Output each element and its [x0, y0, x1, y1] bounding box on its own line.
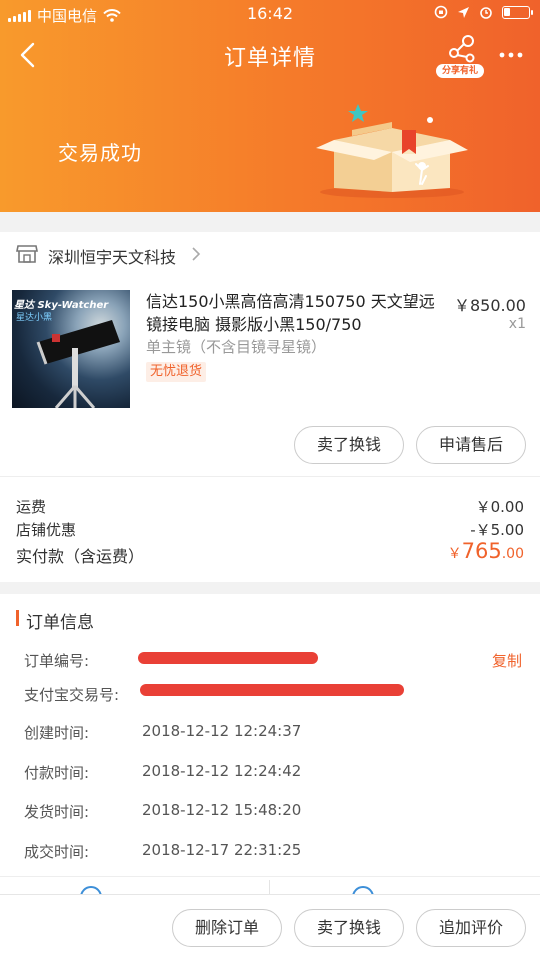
nav-bar: 订单详情 分享有礼: [0, 30, 540, 80]
product-title[interactable]: 信达150小黑高倍高清150750 天文望远镜接电脑 摄影版小黑150/750: [146, 290, 446, 336]
shipping-value: ￥0.00: [475, 498, 524, 516]
store-icon: [16, 245, 38, 263]
share-icon: [449, 35, 475, 63]
rotation-lock-icon: [434, 5, 448, 19]
alarm-icon: [480, 7, 492, 19]
shipping-label: 运费: [16, 498, 47, 516]
battery-icon: [502, 5, 533, 19]
chat-icon[interactable]: [78, 884, 104, 894]
shop-row[interactable]: 深圳恒宇天文科技: [0, 232, 540, 276]
after-sale-button[interactable]: 申请售后: [416, 426, 526, 464]
product-thumbnail[interactable]: 星达 Sky-Watcher 星达小黑: [12, 290, 130, 408]
paid-time-label: 付款时间:: [24, 764, 90, 782]
telescope-image: [36, 320, 120, 408]
closed-time-label: 成交时间:: [24, 843, 90, 861]
total-integer: 765: [461, 539, 502, 563]
copy-button[interactable]: 复制: [492, 650, 522, 671]
fee-summary: 运费 ￥0.00 店铺优惠 -￥5.00 实付款（含运费） ￥765.00: [0, 476, 540, 582]
bottom-action-bar: 删除订单 卖了换钱 追加评价: [0, 894, 540, 960]
total-decimal: .00: [501, 546, 524, 562]
resell-button[interactable]: 卖了换钱: [294, 426, 404, 464]
discount-label: 店铺优惠: [16, 521, 77, 539]
product-quantity: x1: [508, 316, 526, 332]
closed-time-value: 2018-12-17 22:31:25: [142, 841, 302, 859]
product-sku: 单主镜（不含目镜寻星镜）: [146, 338, 327, 356]
total-currency: ￥: [447, 546, 462, 562]
product-price: ￥850.00: [454, 296, 526, 315]
created-time-value: 2018-12-12 12:24:37: [142, 722, 302, 740]
section-accent-bar: [16, 610, 19, 626]
total-label: 实付款（含运费）: [16, 547, 145, 566]
return-guarantee-badge: 无忧退货: [146, 362, 207, 382]
more-icon[interactable]: [496, 40, 526, 70]
shipped-time-value: 2018-12-12 15:48:20: [142, 801, 302, 819]
gift-box-illustration: [316, 104, 468, 198]
trade-status: 交易成功: [58, 141, 142, 165]
delete-order-button[interactable]: 删除订单: [172, 909, 282, 947]
created-time-label: 创建时间:: [24, 724, 90, 742]
share-button[interactable]: 分享有礼: [436, 34, 486, 78]
discount-value: -￥5.00: [470, 521, 524, 539]
phone-icon[interactable]: [350, 884, 376, 894]
shipped-time-label: 发货时间:: [24, 803, 90, 821]
order-number-label: 订单编号:: [24, 652, 90, 670]
location-icon: [458, 6, 469, 18]
contact-row-peek: [0, 876, 540, 894]
alipay-trade-number-label: 支付宝交易号:: [24, 686, 120, 704]
shop-name[interactable]: 深圳恒宇天文科技: [48, 244, 176, 268]
total-amount: ￥765.00: [448, 539, 524, 563]
order-info-section: 订单信息 订单编号: 复制 支付宝交易号: 创建时间: 2018-12-12 1…: [0, 594, 540, 894]
paid-time-value: 2018-12-12 12:24:42: [142, 762, 302, 780]
share-reward-badge: 分享有礼: [436, 64, 484, 78]
redacted-alipay-number: [140, 684, 404, 696]
add-review-button[interactable]: 追加评价: [416, 909, 526, 947]
chevron-right-icon: [192, 247, 201, 261]
product-item[interactable]: 星达 Sky-Watcher 星达小黑 信达150小黑高倍高清150750 天文…: [0, 276, 540, 476]
section-title: 订单信息: [26, 613, 94, 633]
order-header: 中国电信 16:42 订单详情 分享有礼 交易成功: [0, 0, 540, 212]
redacted-order-number: [138, 652, 318, 664]
resell-bottom-button[interactable]: 卖了换钱: [294, 909, 404, 947]
status-bar: 中国电信 16:42: [0, 0, 540, 30]
